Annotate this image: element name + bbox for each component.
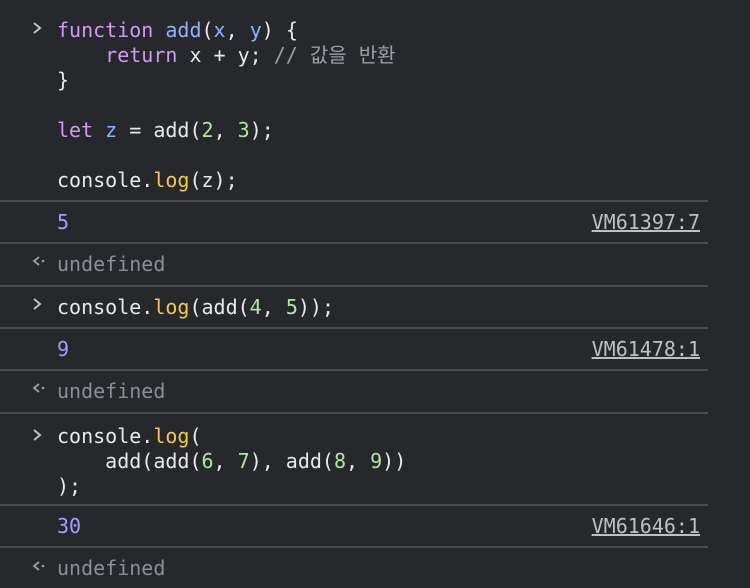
code-line: console.log( bbox=[57, 424, 406, 449]
code-token: return bbox=[105, 43, 178, 67]
console-input-entry: console.log(add(4, 5)); bbox=[0, 287, 708, 329]
code-token: , bbox=[213, 118, 238, 142]
result-value: undefined bbox=[57, 379, 166, 403]
input-prompt-icon bbox=[30, 20, 46, 44]
code-block[interactable]: function add(x, y) { return x + y; // 값을… bbox=[57, 18, 396, 193]
console-log-entry: 5 VM61397:7 bbox=[0, 202, 708, 244]
code-token: , bbox=[213, 449, 238, 473]
result-value: undefined bbox=[57, 252, 166, 276]
code-token: } bbox=[57, 68, 70, 92]
code-token: // 값을 반환 bbox=[273, 43, 396, 67]
code-token: , bbox=[261, 295, 286, 319]
log-value: 9 bbox=[57, 337, 70, 361]
code-token: y bbox=[249, 18, 262, 42]
code-token: ); bbox=[249, 118, 274, 142]
code-token: x + y; bbox=[177, 43, 274, 67]
code-token: (add( bbox=[189, 295, 250, 319]
code-token: log bbox=[153, 424, 190, 448]
code-token: log bbox=[153, 295, 190, 319]
code-token: 2 bbox=[201, 118, 214, 142]
code-token: z bbox=[105, 118, 118, 142]
code-token: )); bbox=[297, 295, 334, 319]
code-token: function bbox=[57, 18, 154, 42]
code-token: let bbox=[57, 118, 94, 142]
code-token: ) { bbox=[261, 18, 298, 42]
code-line: ); bbox=[57, 474, 406, 499]
console-result-entry: undefined bbox=[0, 548, 708, 588]
code-token: 4 bbox=[249, 295, 262, 319]
code-token: x bbox=[213, 18, 226, 42]
console-result-entry: undefined bbox=[0, 371, 708, 414]
code-line: function add(x, y) { bbox=[57, 18, 396, 43]
log-value: 5 bbox=[57, 210, 70, 234]
input-prompt-icon bbox=[30, 427, 46, 451]
code-token: console. bbox=[57, 295, 154, 319]
code-token: ( bbox=[189, 424, 202, 448]
code-token: , bbox=[225, 18, 250, 42]
code-line: let z = add(2, 3); bbox=[57, 118, 396, 143]
code-token: , bbox=[346, 449, 371, 473]
code-block[interactable]: console.log(add(4, 5)); bbox=[57, 295, 334, 320]
code-line: return x + y; // 값을 반환 bbox=[57, 43, 396, 68]
console-log-entry: 30 VM61646:1 bbox=[0, 506, 708, 548]
code-token: )) bbox=[382, 449, 407, 473]
code-line: console.log(add(4, 5)); bbox=[57, 295, 334, 320]
code-token: log bbox=[153, 168, 190, 192]
source-link[interactable]: VM61397:7 bbox=[592, 210, 700, 235]
result-arrow-icon bbox=[30, 380, 46, 404]
log-value: 30 bbox=[57, 514, 82, 538]
code-token: 6 bbox=[201, 449, 214, 473]
code-line: add(add(6, 7), add(8, 9)) bbox=[57, 449, 406, 474]
result-value: undefined bbox=[57, 556, 166, 580]
code-token: (z); bbox=[189, 168, 238, 192]
console-log-entry: 9 VM61478:1 bbox=[0, 329, 708, 371]
console-input-entry: function add(x, y) { return x + y; // 값을… bbox=[0, 14, 708, 202]
code-token: add bbox=[165, 18, 202, 42]
code-line: } bbox=[57, 68, 396, 93]
code-line: console.log(z); bbox=[57, 168, 396, 193]
code-block[interactable]: console.log( add(add(6, 7), add(8, 9))); bbox=[57, 424, 406, 499]
console-result-entry: undefined bbox=[0, 244, 708, 287]
code-token: add(add( bbox=[57, 449, 202, 473]
code-token: ( bbox=[201, 18, 214, 42]
code-token: = add( bbox=[117, 118, 202, 142]
code-token: console. bbox=[57, 424, 154, 448]
code-token: 3 bbox=[237, 118, 250, 142]
code-token: 8 bbox=[333, 449, 347, 473]
input-prompt-icon bbox=[30, 296, 46, 320]
result-arrow-icon bbox=[30, 253, 46, 277]
code-token: 5 bbox=[285, 295, 298, 319]
source-link[interactable]: VM61478:1 bbox=[592, 337, 700, 362]
code-token: 7 bbox=[237, 449, 250, 473]
code-token: ), add( bbox=[249, 449, 334, 473]
code-token: console. bbox=[57, 168, 154, 192]
result-arrow-icon bbox=[30, 558, 46, 582]
code-token: 9 bbox=[370, 449, 383, 473]
code-token: ); bbox=[57, 474, 82, 498]
console-input-entry: console.log( add(add(6, 7), add(8, 9))); bbox=[0, 414, 708, 506]
source-link[interactable]: VM61646:1 bbox=[592, 514, 700, 539]
